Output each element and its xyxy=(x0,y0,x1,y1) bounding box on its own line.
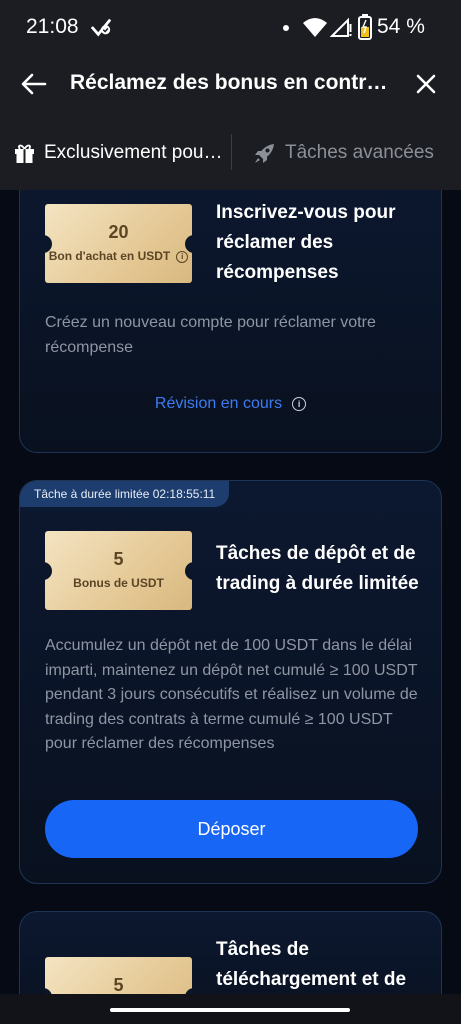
info-icon[interactable]: i xyxy=(176,251,189,263)
rocket-icon xyxy=(255,143,274,163)
back-arrow-icon[interactable] xyxy=(18,68,50,100)
reward-voucher: 5 Bonus de USDT xyxy=(45,531,192,610)
task-title: Tâches de téléchargement et de xyxy=(216,939,407,990)
gesture-nav-bar xyxy=(0,994,461,1024)
task-list[interactable]: 20 Bon d'achat en USDT i Inscrivez-vous p… xyxy=(0,190,461,994)
reward-voucher: 5 xyxy=(45,957,192,994)
verified-check-icon xyxy=(90,18,112,37)
reward-type: Bonus de USDT xyxy=(73,576,164,590)
task-description: Créez un nouveau compte pour réclamer vo… xyxy=(45,314,376,356)
task-card: 20 Bon d'achat en USDT i Inscrivez-vous p… xyxy=(19,190,442,453)
reward-voucher: 20 Bon d'achat en USDT i xyxy=(45,204,192,283)
reward-amount: 5 xyxy=(113,549,124,569)
limited-time-badge: Tâche à durée limitée 02:18:55:11 xyxy=(20,481,230,507)
app-bar: Réclamez des bonus en contrats xyxy=(0,56,461,112)
review-status: Révision en cours i xyxy=(20,395,441,413)
signal-icon xyxy=(330,17,352,37)
reward-type: Bon d'achat en USDT xyxy=(48,249,171,263)
tab-new-users[interactable]: Exclusivement pour les nouveaux utilisat… xyxy=(14,140,226,166)
reward-amount: 5 xyxy=(113,975,124,994)
tab-advanced-tasks-label: Tâches avancées xyxy=(285,142,434,163)
wifi-icon xyxy=(303,18,327,37)
task-card: 5 Tâches de téléchargement et de xyxy=(19,911,442,994)
info-icon[interactable]: i xyxy=(292,397,307,411)
gift-icon xyxy=(15,144,34,163)
reward-amount: 20 xyxy=(108,222,129,242)
tab-bar: Exclusivement pour les nouveaux utilisat… xyxy=(0,112,461,190)
tab-new-users-label: Exclusivement pour les nouveaux utilisat… xyxy=(44,142,226,163)
review-status-label: Révision en cours xyxy=(154,395,283,412)
home-indicator[interactable] xyxy=(110,1008,350,1012)
close-icon[interactable] xyxy=(410,68,442,100)
page-title: Réclamez des bonus en contrats xyxy=(70,71,390,94)
task-title: Tâches de dépôt et de trading à durée li… xyxy=(216,543,419,594)
task-card: Tâche à durée limitée 02:18:55:11 5 Bonu… xyxy=(19,480,442,884)
tab-divider xyxy=(231,134,232,170)
clock: 21:08 xyxy=(26,15,79,38)
task-description: Accumulez un dépôt net de 100 USDT dans … xyxy=(45,637,418,752)
battery-percent: 54 % xyxy=(377,15,425,38)
deposit-button[interactable]: Déposer xyxy=(45,800,418,858)
notification-dot-icon xyxy=(283,25,289,31)
status-bar: 21:08 54 % xyxy=(0,0,461,56)
tab-advanced-tasks[interactable]: Tâches avancées xyxy=(254,140,444,166)
battery-icon xyxy=(358,14,372,40)
task-title: Inscrivez-vous pour réclamer des récompe… xyxy=(216,202,396,283)
